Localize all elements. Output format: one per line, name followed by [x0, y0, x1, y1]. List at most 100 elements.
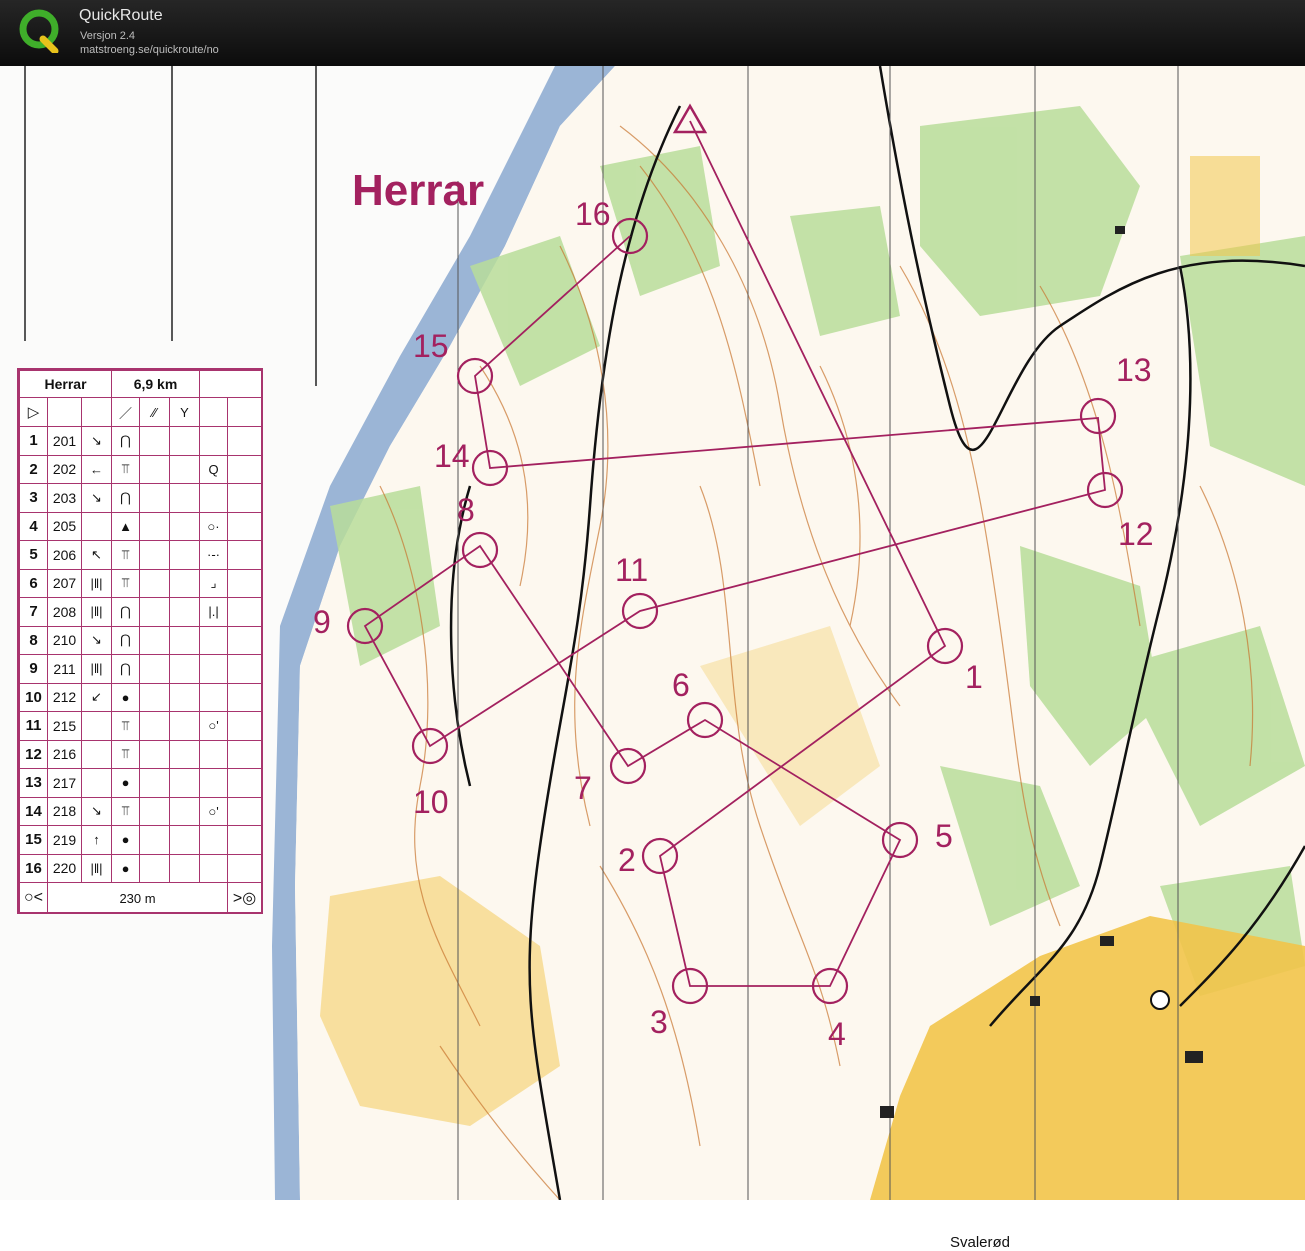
cd-row: 12 216 ⫪: [19, 739, 263, 769]
cd-row: 4 205 ▲ ○·: [19, 511, 263, 541]
cd-control-code: 207: [47, 568, 82, 598]
cd-empty: [139, 483, 170, 513]
control-number-4: 4: [828, 1016, 846, 1052]
cd-control-number: 9: [19, 654, 48, 684]
control-number-9: 9: [313, 604, 331, 640]
cd-empty: [168, 853, 201, 883]
cd-empty: [199, 682, 229, 712]
cd-empty: [168, 654, 201, 684]
cd-finish-distance: 230 m: [46, 882, 229, 914]
cd-empty: [199, 853, 229, 883]
cd-direction-icon: [81, 739, 112, 769]
cd-cliff-icon: ⫪: [111, 454, 140, 484]
cd-control-code: 203: [47, 483, 82, 513]
cd-control-number: 13: [19, 768, 48, 798]
cd-direction-icon: [81, 511, 112, 541]
cd-empty: [227, 768, 263, 798]
cd-control-number: 8: [19, 625, 48, 655]
cd-knoll-icon: ⋂: [111, 625, 140, 655]
control-number-15: 15: [413, 328, 449, 364]
cd-course-length: 6,9 km: [110, 370, 201, 398]
cd-empty: [168, 625, 201, 655]
cd-dot-icon: ●: [111, 853, 140, 883]
finish-start-icon: ○<: [19, 882, 48, 914]
cd-empty: [139, 540, 170, 570]
cd-empty: [139, 768, 170, 798]
cd-direction-icon: ↑: [81, 825, 112, 855]
cd-empty: [139, 597, 170, 627]
cd-direction-icon: ↙: [81, 682, 112, 712]
control-number-12: 12: [1118, 516, 1154, 552]
cd-empty: [168, 597, 201, 627]
finish-icon: >◎: [227, 882, 263, 914]
cd-empty: [168, 454, 201, 484]
cd-empty: [227, 796, 263, 826]
cd-dot-icon: ●: [111, 825, 140, 855]
control-number-11: 11: [615, 552, 649, 588]
place-label-svalerod: Svalerød: [950, 1234, 1011, 1251]
cd-control-code: 210: [47, 625, 82, 655]
cd-knoll-icon: ⋂: [111, 654, 140, 684]
cd-empty: [168, 540, 201, 570]
cd-control-number: 6: [19, 568, 48, 598]
cd-control-code: 218: [47, 796, 82, 826]
control-number-16: 16: [575, 196, 611, 232]
cd-direction-icon: |‖|: [81, 654, 112, 684]
cd-control-code: 212: [47, 682, 82, 712]
cd-empty: [139, 511, 170, 541]
cd-empty: [139, 853, 170, 883]
cd-empty: [168, 511, 201, 541]
cd-empty: [139, 825, 170, 855]
cd-control-number: 15: [19, 825, 48, 855]
cd-control-number: 4: [19, 511, 48, 541]
cd-row: 3 203 ↘ ⋂: [19, 483, 263, 513]
cd-empty: [139, 625, 170, 655]
cd-control-code: 211: [47, 654, 82, 684]
cd-class-name: Herrar: [19, 370, 112, 398]
finish-outer-icon: [1150, 990, 1170, 1010]
cd-row: 16 220 |‖| ●: [19, 853, 263, 883]
cd-dot-icon: ●: [111, 682, 140, 712]
cd-row: 13 217 ●: [19, 768, 263, 798]
cd-empty: [168, 568, 201, 598]
cd-empty: [168, 796, 201, 826]
cd-empty: [139, 454, 170, 484]
course-title: Herrar: [352, 166, 485, 215]
title-bar: QuickRoute Versjon 2.4 matstroeng.se/qui…: [0, 0, 1305, 67]
control-number-3: 3: [650, 1004, 668, 1040]
control-number-1: 1: [965, 659, 983, 695]
cd-direction-icon: |‖|: [81, 597, 112, 627]
cd-dots-icon: ·-·: [199, 540, 229, 570]
app-title: QuickRoute: [79, 7, 163, 24]
cd-empty: [168, 825, 201, 855]
cd-knoll-icon: ⋂: [111, 426, 140, 456]
cd-empty: [139, 654, 170, 684]
cd-empty: [227, 853, 263, 883]
cd-control-code: 202: [47, 454, 82, 484]
cd-direction-icon: ↖: [81, 540, 112, 570]
cd-empty: [199, 426, 229, 456]
app-url[interactable]: matstroeng.se/quickroute/no: [80, 43, 219, 57]
cd-triangle-icon: ▲: [111, 511, 140, 541]
cd-empty: [227, 739, 263, 769]
cd-empty: [199, 768, 229, 798]
path-icon: ／: [111, 397, 140, 427]
cd-direction-icon: ↘: [81, 426, 112, 456]
cd-direction-icon: ↘: [81, 483, 112, 513]
cd-control-code: 217: [47, 768, 82, 798]
cd-cliff-icon: ⫪: [111, 540, 140, 570]
cd-empty: [227, 711, 263, 741]
cd-empty: [199, 625, 229, 655]
cd-empty: [139, 682, 170, 712]
cd-row: 7 208 |‖| ⋂ |.|: [19, 597, 263, 627]
cd-empty: [139, 739, 170, 769]
start-icon: ▷: [19, 397, 48, 427]
cd-control-number: 5: [19, 540, 48, 570]
cd-row: 10 212 ↙ ●: [19, 682, 263, 712]
cd-row: 2 202 ← ⫪ Q: [19, 454, 263, 484]
cd-knoll-icon: ⋂: [111, 597, 140, 627]
cd-control-number: 1: [19, 426, 48, 456]
cd-control-code: 216: [47, 739, 82, 769]
cd-direction-icon: [81, 711, 112, 741]
cd-empty: [227, 682, 263, 712]
